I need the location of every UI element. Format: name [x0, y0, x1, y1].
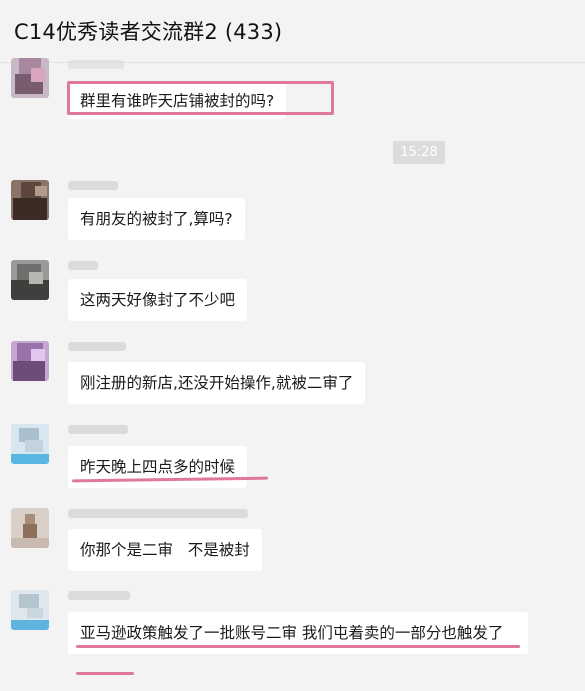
avatar[interactable]	[11, 590, 49, 630]
sender-name	[68, 591, 130, 600]
message-text: 亚马逊政策触发了一批账号二审 我们屯着卖的一部分也触发了	[80, 624, 504, 642]
highlight-box	[67, 81, 334, 115]
group-title: C14优秀读者交流群2 (433)	[14, 20, 283, 44]
sender-name	[68, 60, 124, 69]
message-bubble[interactable]: 这两天好像封了不少吧	[68, 279, 248, 321]
highlight-underline	[76, 645, 520, 648]
message-text: 你那个是二审 不是被封	[80, 541, 250, 559]
sender-name	[68, 425, 128, 434]
avatar[interactable]	[11, 260, 49, 300]
message-text: 有朋友的被封了,算吗?	[80, 210, 233, 228]
avatar[interactable]	[11, 180, 49, 220]
message-text: 这两天好像封了不少吧	[80, 291, 236, 309]
avatar[interactable]	[11, 508, 49, 548]
sender-name	[68, 181, 118, 190]
message-text: 昨天晚上四点多的时候	[80, 458, 236, 476]
message-text: 刚注册的新店,还没开始操作,就被二审了	[80, 374, 354, 392]
message-bubble[interactable]: 有朋友的被封了,算吗?	[68, 198, 245, 240]
avatar[interactable]	[11, 424, 49, 464]
message-bubble[interactable]: 你那个是二审 不是被封	[68, 529, 262, 571]
message-bubble[interactable]: 刚注册的新店,还没开始操作,就被二审了	[68, 362, 366, 404]
timestamp: 15:28	[393, 141, 445, 164]
avatar[interactable]	[11, 341, 49, 381]
sender-name	[68, 509, 248, 518]
sender-name	[68, 261, 98, 270]
highlight-underline	[76, 672, 134, 675]
chat-header: C14优秀读者交流群2 (433)	[0, 0, 585, 62]
sender-name	[68, 342, 126, 351]
avatar[interactable]	[11, 58, 49, 98]
